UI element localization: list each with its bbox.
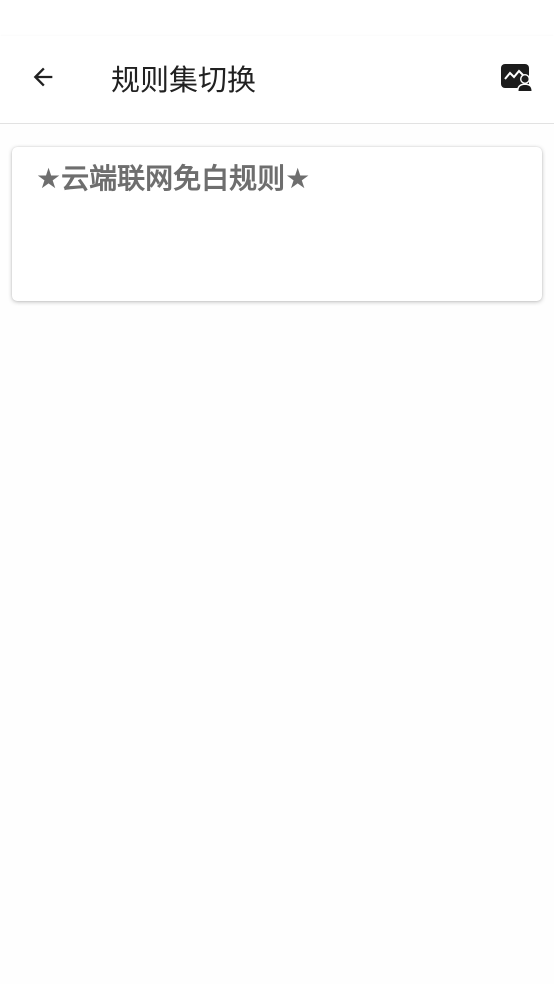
arrow-left-icon: [29, 63, 57, 95]
back-button[interactable]: [14, 50, 72, 108]
status-bar: [0, 0, 554, 36]
rule-card-label: ★云端联网免白规则★: [36, 162, 311, 195]
rule-list: ★云端联网免白规则★: [0, 124, 554, 984]
switch-profile-button[interactable]: [490, 54, 544, 104]
app-bar: 规则集切换: [0, 36, 554, 124]
page-title: 规则集切换: [111, 63, 257, 97]
rule-card[interactable]: ★云端联网免白规则★: [12, 147, 542, 301]
image-person-icon: [500, 63, 534, 95]
